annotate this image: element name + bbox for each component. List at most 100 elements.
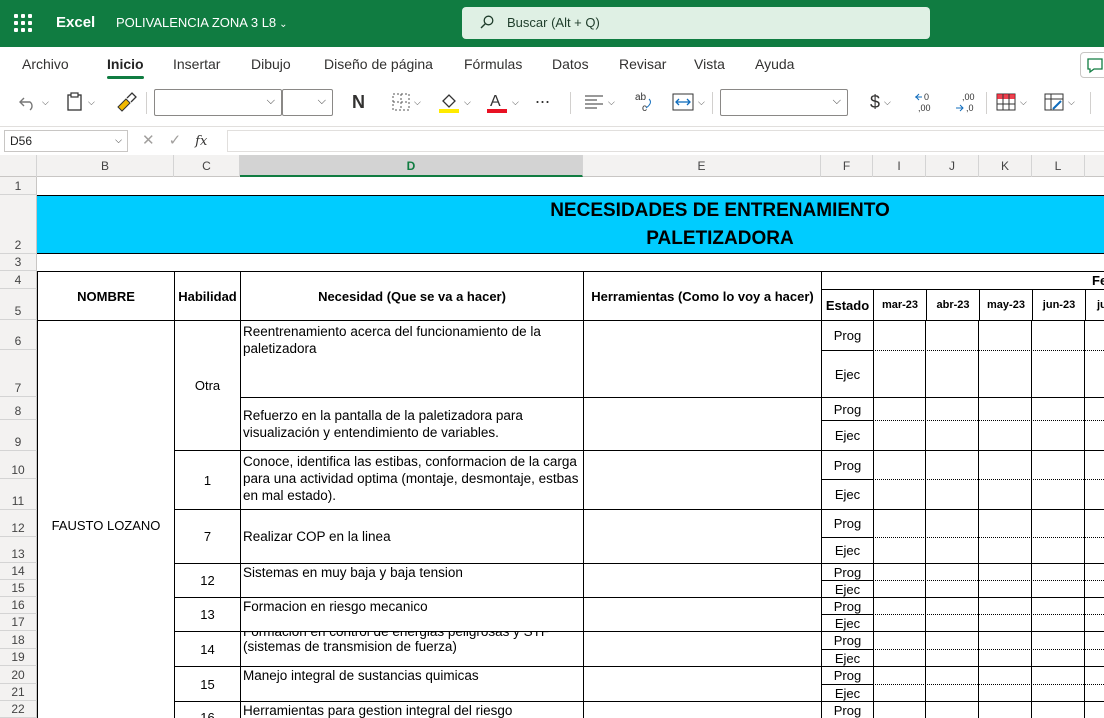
app-name[interactable]: Excel: [56, 14, 95, 31]
habilidad-cell[interactable]: 13: [174, 597, 241, 632]
row-header[interactable]: 16: [0, 597, 37, 614]
herramientas-cell[interactable]: [583, 563, 822, 598]
tab-inicio[interactable]: Inicio: [107, 56, 144, 79]
cancel-icon[interactable]: ✕: [142, 132, 155, 149]
format-as-table-button[interactable]: ⌵: [1044, 90, 1075, 114]
row-header[interactable]: 13: [0, 537, 37, 563]
insert-function-button[interactable]: fx: [195, 134, 207, 149]
herramientas-cell[interactable]: [583, 397, 822, 451]
column-header-b[interactable]: B: [37, 155, 174, 177]
habilidad-cell[interactable]: 1: [174, 450, 241, 510]
estado-prog-cell[interactable]: Prog: [821, 320, 874, 351]
row-header[interactable]: 14: [0, 563, 37, 580]
habilidad-cell[interactable]: Otra: [174, 320, 241, 451]
tab-ayuda[interactable]: Ayuda: [755, 56, 794, 72]
herramientas-cell[interactable]: [583, 597, 822, 632]
row-header[interactable]: 15: [0, 580, 37, 597]
row-header[interactable]: 19: [0, 649, 37, 666]
necesidad-cell[interactable]: Reentrenamiento acerca del funcionamient…: [240, 320, 584, 398]
estado-ejec-cell[interactable]: Ejec: [821, 537, 874, 564]
estado-prog-cell[interactable]: Prog: [821, 631, 874, 650]
spreadsheet-grid[interactable]: B C D E F I J K L 1 2 3 4 5 6 7 8 9 10 1…: [0, 155, 1104, 718]
estado-ejec-cell[interactable]: Ejec: [821, 684, 874, 702]
tab-vista[interactable]: Vista: [694, 56, 725, 72]
row-header[interactable]: 22: [0, 701, 37, 718]
row-header[interactable]: 1: [0, 177, 37, 195]
app-launcher-icon[interactable]: [14, 14, 32, 32]
row-header[interactable]: 20: [0, 666, 37, 684]
paste-button[interactable]: ⌵: [66, 90, 95, 114]
estado-prog-cell[interactable]: Prog: [821, 666, 874, 685]
estado-ejec-cell[interactable]: Ejec: [821, 350, 874, 398]
habilidad-cell[interactable]: 16: [174, 701, 241, 718]
column-header-i[interactable]: I: [873, 155, 926, 177]
tab-dibujo[interactable]: Dibujo: [251, 56, 291, 72]
tab-diseno-de-pagina[interactable]: Diseño de página: [324, 56, 433, 72]
font-name-dropdown[interactable]: ⌵: [154, 89, 282, 116]
formula-input[interactable]: [227, 130, 1104, 152]
estado-prog-cell[interactable]: Prog: [821, 450, 874, 480]
estado-prog-cell[interactable]: Prog: [821, 509, 874, 538]
necesidad-cell[interactable]: Formacion en control de energias peligro…: [240, 631, 584, 667]
row-header[interactable]: 8: [0, 397, 37, 420]
row-header[interactable]: 9: [0, 420, 37, 451]
herramientas-cell[interactable]: [583, 631, 822, 667]
herramientas-cell[interactable]: [583, 320, 822, 398]
estado-prog-cell[interactable]: Prog: [821, 563, 874, 581]
row-header[interactable]: 6: [0, 320, 37, 350]
merge-button[interactable]: ⌵: [672, 90, 705, 114]
row-header[interactable]: 18: [0, 631, 37, 649]
tab-insertar[interactable]: Insertar: [173, 56, 220, 72]
name-box[interactable]: D56 ⌵: [4, 130, 128, 152]
row-header[interactable]: 17: [0, 614, 37, 631]
undo-button[interactable]: ⌵: [18, 90, 49, 114]
necesidad-cell[interactable]: Sistemas en muy baja y baja tension: [240, 563, 584, 598]
estado-ejec-cell[interactable]: Ejec: [821, 479, 874, 510]
row-header[interactable]: 3: [0, 254, 37, 271]
row-header[interactable]: 11: [0, 479, 37, 510]
document-title[interactable]: POLIVALENCIA ZONA 3 L8 ⌄: [116, 15, 288, 30]
enter-icon[interactable]: ✓: [169, 132, 182, 149]
estado-prog-cell[interactable]: Prog: [821, 597, 874, 615]
bold-button[interactable]: N: [352, 90, 365, 114]
herramientas-cell[interactable]: [583, 701, 822, 718]
number-format-dropdown[interactable]: ⌵: [720, 89, 848, 116]
column-header-l[interactable]: L: [1032, 155, 1085, 177]
person-name-cell[interactable]: FAUSTO LOZANO: [37, 320, 175, 718]
row-header[interactable]: 7: [0, 350, 37, 397]
search-box[interactable]: Buscar (Alt + Q): [462, 7, 930, 39]
format-painter-button[interactable]: [115, 90, 137, 114]
more-options-button[interactable]: ...: [535, 85, 550, 109]
increase-decimal-button[interactable]: 0,00: [914, 90, 938, 114]
fill-color-button[interactable]: ⌵: [438, 90, 471, 114]
necesidad-cell[interactable]: Herramientas para gestion integral del r…: [240, 701, 584, 718]
align-button[interactable]: ⌵: [584, 90, 615, 114]
herramientas-cell[interactable]: [583, 450, 822, 510]
habilidad-cell[interactable]: 14: [174, 631, 241, 667]
tab-formulas[interactable]: Fórmulas: [464, 56, 522, 72]
column-header-f[interactable]: F: [821, 155, 873, 177]
comments-button[interactable]: [1080, 52, 1104, 78]
estado-ejec-cell[interactable]: Ejec: [821, 420, 874, 451]
estado-ejec-cell[interactable]: Ejec: [821, 614, 874, 632]
tab-datos[interactable]: Datos: [552, 56, 589, 72]
estado-ejec-cell[interactable]: Ejec: [821, 580, 874, 598]
herramientas-cell[interactable]: [583, 666, 822, 702]
decrease-decimal-button[interactable]: ,00,0: [954, 90, 978, 114]
wrap-text-button[interactable]: ab c: [634, 90, 654, 114]
row-header[interactable]: 21: [0, 684, 37, 701]
font-color-button[interactable]: A ⌵: [486, 90, 519, 114]
row-header[interactable]: 2: [0, 195, 37, 254]
currency-button[interactable]: $ ⌵: [870, 90, 891, 114]
row-header[interactable]: 12: [0, 510, 37, 537]
conditional-format-button[interactable]: ⌵: [996, 90, 1027, 114]
borders-button[interactable]: ⌵: [392, 90, 421, 114]
necesidad-cell[interactable]: Manejo integral de sustancias quimicas: [240, 666, 584, 702]
herramientas-cell[interactable]: [583, 509, 822, 564]
necesidad-cell[interactable]: Refuerzo en la pantalla de la paletizado…: [240, 397, 584, 451]
tab-revisar[interactable]: Revisar: [619, 56, 666, 72]
estado-prog-cell[interactable]: Prog: [821, 701, 874, 718]
habilidad-cell[interactable]: 7: [174, 509, 241, 564]
estado-prog-cell[interactable]: Prog: [821, 397, 874, 421]
necesidad-cell[interactable]: Formacion en riesgo mecanico: [240, 597, 584, 632]
